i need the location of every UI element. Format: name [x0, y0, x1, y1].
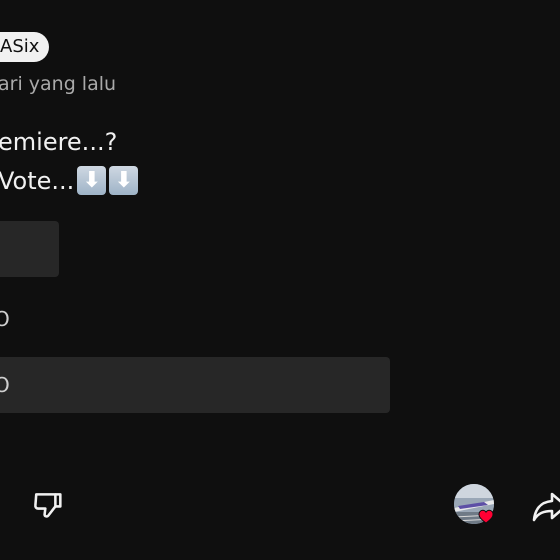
post-timestamp: ari yang lalu — [0, 73, 117, 95]
poll-option-bar[interactable] — [0, 357, 390, 413]
channel-name-chip[interactable]: ASix — [0, 32, 50, 62]
down-arrow-icon: ⬇ — [109, 166, 139, 195]
channel-name: ASix — [0, 36, 40, 57]
poll-option-bar[interactable] — [0, 221, 59, 277]
dislike-button[interactable] — [30, 486, 68, 524]
share-button[interactable] — [530, 486, 560, 526]
post-text-vote: Vote... — [0, 166, 75, 195]
post-text-line-2: Vote... ⬇ ⬇ — [0, 166, 139, 195]
heart-icon — [478, 509, 494, 524]
community-post: ASix ari yang lalu emiere...? Vote... ⬇ … — [0, 0, 560, 560]
poll-option-label: O — [0, 373, 10, 397]
poll-option-label: O — [0, 307, 10, 331]
down-arrow-icon: ⬇ — [77, 166, 107, 195]
post-text-line-1: emiere...? — [0, 128, 118, 156]
thumbs-down-icon — [34, 493, 62, 518]
share-icon — [532, 492, 560, 522]
